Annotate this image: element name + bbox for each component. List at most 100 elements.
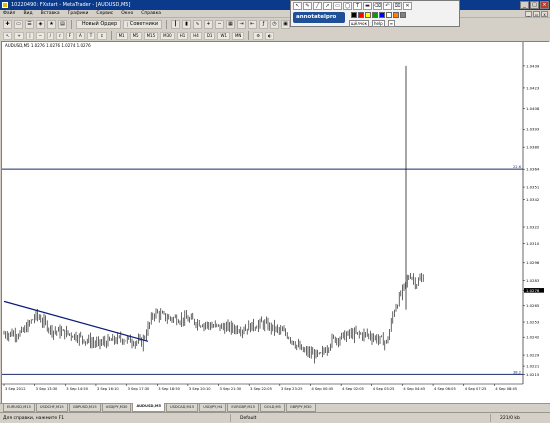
maximize-button[interactable]: □: [530, 1, 539, 9]
undo-icon[interactable]: ↶: [383, 2, 392, 10]
zoom-in-icon[interactable]: +: [203, 19, 213, 29]
candlestick-icon[interactable]: ▮: [181, 19, 191, 29]
tab-gbpusd-m15[interactable]: GBPUSD,M15: [68, 404, 101, 412]
timeframe-m1[interactable]: M1: [115, 31, 128, 40]
timeframe-w1[interactable]: W1: [217, 31, 230, 40]
chart-close-button[interactable]: x: [541, 11, 548, 17]
cursor-tool-icon[interactable]: ↖: [3, 31, 13, 40]
annotate-options: щёлчок help ≡: [349, 20, 396, 27]
menu-insert[interactable]: Вставка: [41, 11, 60, 16]
chart-window[interactable]: 1.0439 1.0423 1.0408 1.0393 1.0380 1.0364 1.03…: [1, 41, 550, 404]
autoscroll-icon[interactable]: ⇥: [236, 19, 246, 29]
color-swatch[interactable]: [372, 12, 378, 18]
clear-icon[interactable]: ⌧: [393, 2, 402, 10]
menu-file[interactable]: Файл: [3, 11, 15, 16]
menu-tools[interactable]: Сервис: [96, 11, 113, 16]
tile-windows-icon[interactable]: ▦: [225, 19, 235, 29]
color-swatch[interactable]: [358, 12, 364, 18]
tab-gold-m5[interactable]: GOLD,M5: [260, 404, 285, 412]
line-icon[interactable]: ╱: [313, 2, 322, 10]
tab-eurusd-m15[interactable]: EURUSD,M15: [3, 404, 35, 412]
chart-window-controls: _ ▫ x: [525, 11, 548, 17]
tab-usdcad-m15[interactable]: USDCAD,M15: [165, 404, 199, 412]
option-help[interactable]: help: [372, 20, 385, 27]
horizontal-line-icon[interactable]: ─: [36, 31, 45, 40]
timeframe-m15[interactable]: M15: [143, 31, 159, 40]
color-swatch[interactable]: [393, 12, 399, 18]
annotate-logo: annotatelpro: [293, 12, 345, 23]
color-picker-icon[interactable]: ◐: [264, 31, 275, 40]
color-swatch[interactable]: [351, 12, 357, 18]
annotation-tools: ↖ ✎ ╱ ➚ ▭ ◯ T ▬ ⌫ ↶ ⌧ ✕: [293, 2, 412, 10]
timeframe-m30[interactable]: M30: [160, 31, 175, 40]
close-button[interactable]: ×: [540, 1, 549, 9]
zoom-out-icon[interactable]: −: [214, 19, 224, 29]
line-chart-icon[interactable]: ∿: [192, 19, 202, 29]
price-chart[interactable]: 1.0439 1.0423 1.0408 1.0393 1.0380 1.0364 1.03…: [2, 42, 550, 404]
option-click[interactable]: щёлчок: [349, 20, 370, 27]
timeframe-mn[interactable]: MN: [231, 31, 245, 40]
timeframe-m5[interactable]: M5: [129, 31, 142, 40]
pen-icon[interactable]: ✎: [303, 2, 312, 10]
profiles-icon[interactable]: ▭: [14, 19, 23, 29]
color-swatch[interactable]: [379, 12, 385, 18]
status-bar: Для справки, нажмите F1 Default 221/0 kb: [0, 412, 550, 423]
chart-header: AUDUSD,M5 1.0276 1.0276 1.0274 1.0276: [5, 43, 91, 48]
ellipse-icon[interactable]: ◯: [343, 2, 352, 10]
bar-chart-icon[interactable]: ┃: [170, 19, 180, 29]
menu-help[interactable]: Справка: [141, 11, 161, 16]
market-watch-icon[interactable]: ☰: [25, 19, 34, 29]
vertical-line-icon[interactable]: │: [25, 31, 35, 40]
new-chart-icon[interactable]: ✚: [3, 19, 12, 29]
x-tick-label: 3 Sep 21:30: [220, 387, 242, 391]
menu-charts[interactable]: Графики: [68, 11, 89, 16]
arrows-tool-icon[interactable]: ↕: [97, 31, 107, 40]
chart-properties-icon[interactable]: ⚙: [253, 31, 263, 40]
y-tick-label: 1.0423: [526, 85, 540, 90]
trendline-icon[interactable]: /: [46, 31, 54, 40]
color-swatch[interactable]: [400, 12, 406, 18]
title-bar: 10220490: FXstart - MetaTrader - [AUDUSD…: [0, 0, 550, 10]
chart-shift-icon[interactable]: ⇤: [247, 19, 257, 29]
channel-icon[interactable]: ⫽: [55, 31, 64, 40]
tab-usdchf-m15[interactable]: USDCHF,M15: [35, 404, 68, 412]
text-icon[interactable]: T: [353, 2, 362, 10]
cursor-icon[interactable]: ↖: [293, 2, 302, 10]
data-window-icon[interactable]: ◈: [36, 19, 45, 29]
menu-view[interactable]: Вид: [23, 11, 32, 16]
minimize-button[interactable]: _: [520, 1, 529, 9]
label-tool-icon[interactable]: T: [86, 31, 96, 40]
new-order-button[interactable]: Новый Ордер: [75, 19, 122, 29]
arrow-icon[interactable]: ➚: [323, 2, 332, 10]
close-icon[interactable]: ✕: [403, 2, 412, 10]
tab-audusd-m5[interactable]: AUDUSD,M5: [132, 403, 165, 412]
crosshair-icon[interactable]: +: [14, 31, 24, 40]
timeframe-h1[interactable]: H1: [176, 31, 189, 40]
rectangle-icon[interactable]: ▭: [333, 2, 342, 10]
periods-icon[interactable]: ◷: [269, 19, 279, 29]
highlight-icon[interactable]: ▬: [363, 2, 372, 10]
templates-icon[interactable]: ▣: [280, 19, 290, 29]
tab-gbpjpy-m30[interactable]: GBPJPY,M30: [285, 404, 316, 412]
indicators-icon[interactable]: ƒ: [258, 19, 268, 29]
terminal-icon[interactable]: ▤: [58, 19, 67, 29]
menu-window[interactable]: Окно: [121, 11, 133, 16]
navigator-icon[interactable]: ★: [47, 19, 56, 29]
option-menu[interactable]: ≡: [387, 20, 396, 27]
eraser-icon[interactable]: ⌫: [373, 2, 382, 10]
status-profile: Default: [240, 415, 257, 421]
toolbar-divider: [166, 19, 167, 29]
tab-eurgbp-m15[interactable]: EURGBP,M15: [227, 404, 259, 412]
tab-usdjpy-h4[interactable]: USDJPY,H4: [199, 404, 227, 412]
tab-usdjpy-m30[interactable]: USDJPY,M30: [101, 404, 132, 412]
color-swatch[interactable]: [386, 12, 392, 18]
timeframe-d1[interactable]: D1: [203, 31, 216, 40]
chart-minimize-button[interactable]: _: [525, 11, 532, 17]
fibo-icon[interactable]: F: [65, 31, 75, 40]
chart-restore-button[interactable]: ▫: [533, 11, 540, 17]
color-swatch[interactable]: [365, 12, 371, 18]
text-tool-icon[interactable]: A: [76, 31, 85, 40]
timeframe-h4[interactable]: H4: [190, 31, 202, 40]
y-tick-label: 1.0242: [526, 335, 540, 340]
expert-advisors-button[interactable]: Советники: [123, 19, 163, 29]
